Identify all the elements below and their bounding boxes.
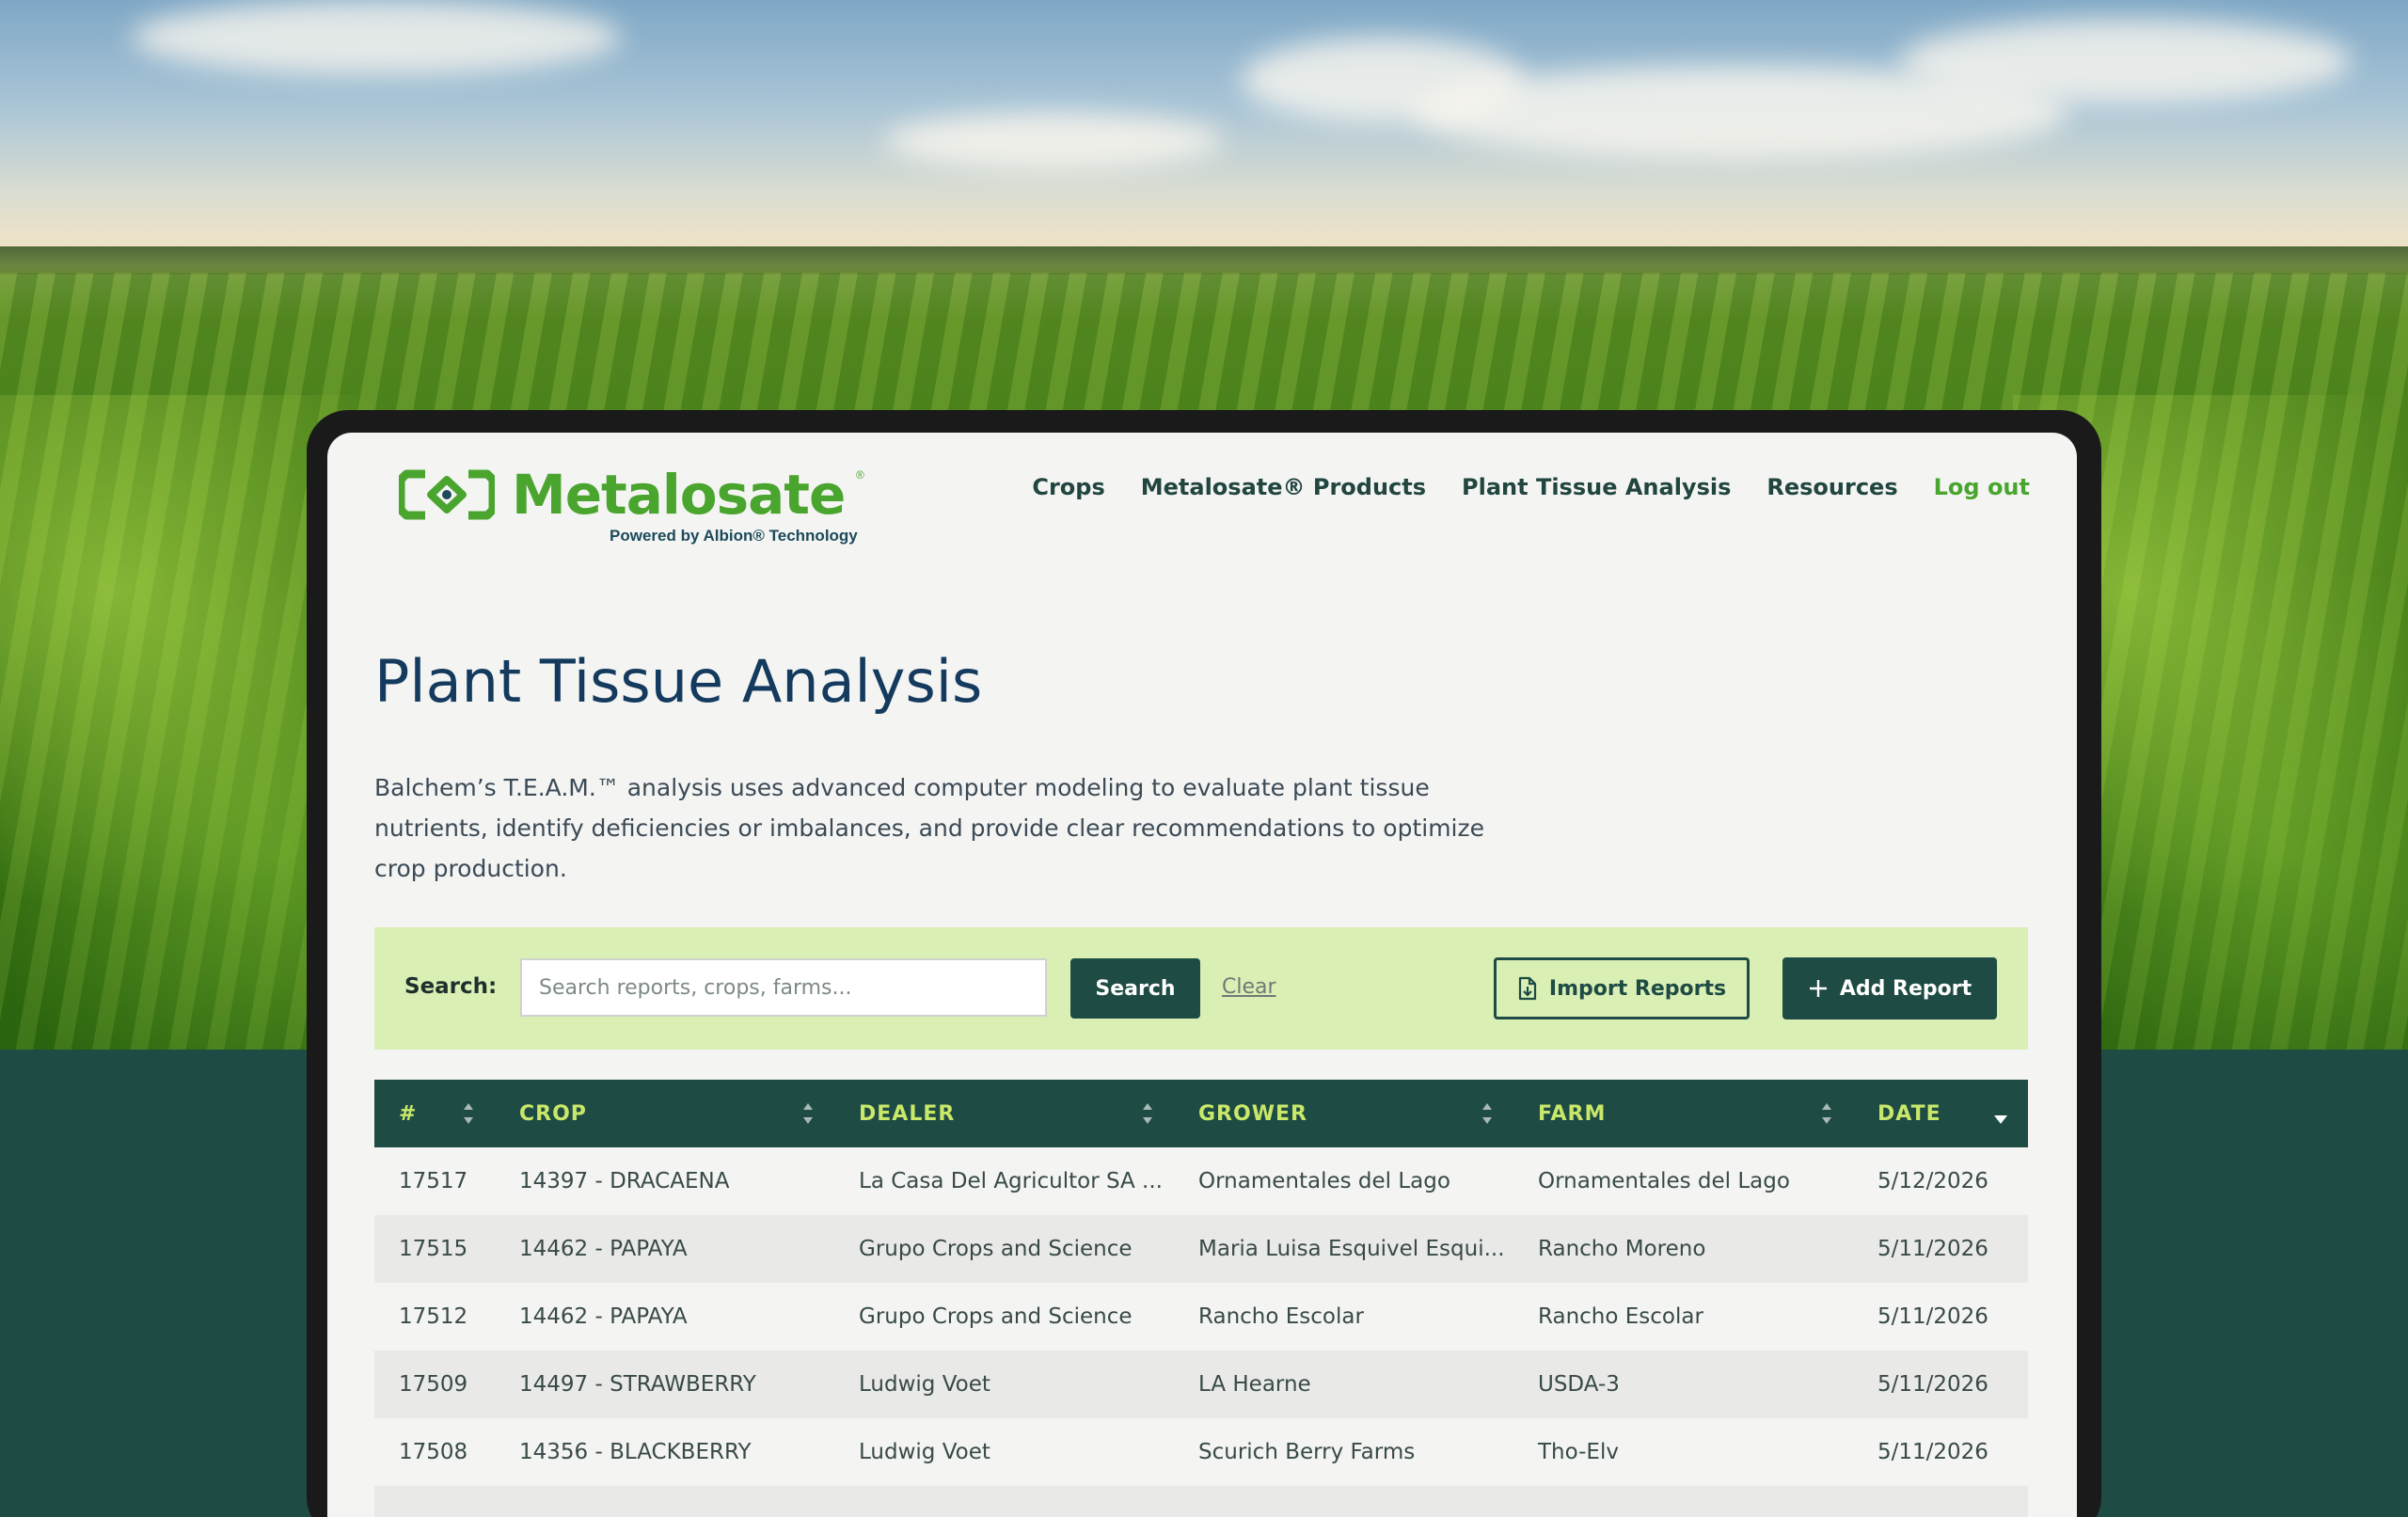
cell-dealer: Grupo Crops and Science — [859, 1304, 1133, 1329]
nav-item-resources[interactable]: Resources — [1766, 474, 1897, 500]
cell-dealer: Ludwig Voet — [859, 1440, 990, 1464]
table-row[interactable]: 17508 14356 - BLACKBERRY Ludwig Voet Scu… — [374, 1418, 2028, 1486]
cell-dealer: Grupo Crops and Science — [859, 1237, 1133, 1261]
cell-crop: 14462 - PAPAYA — [519, 1304, 688, 1329]
cloud — [1900, 19, 2352, 103]
main-nav: Crops Metalosate® Products Plant Tissue … — [1032, 474, 2030, 500]
cell-crop: 14462 - PAPAYA — [519, 1237, 688, 1261]
cell-date: 5/12/2026 — [1877, 1169, 1988, 1193]
logout-link[interactable]: Log out — [1934, 474, 2030, 500]
search-button[interactable]: Search — [1070, 958, 1200, 1019]
file-import-icon — [1518, 976, 1537, 1001]
sort-icon[interactable] — [802, 1103, 814, 1124]
page-description: Balchem’s T.E.A.M.™ analysis uses advanc… — [374, 774, 1484, 882]
column-header-date[interactable]: DATE — [1853, 1080, 2028, 1147]
table-row[interactable]: 17515 14462 - PAPAYA Grupo Crops and Sci… — [374, 1215, 2028, 1283]
column-label: DEALER — [859, 1101, 956, 1126]
app-screen: Metalosate ® Powered by Albion® Technolo… — [327, 433, 2077, 1517]
cell-date: 5/11/2026 — [1877, 1237, 1988, 1261]
cell-date: 5/11/2026 — [1877, 1440, 1988, 1464]
nav-item-plant-tissue-analysis[interactable]: Plant Tissue Analysis — [1462, 474, 1731, 500]
sort-desc-icon[interactable] — [1994, 1115, 2007, 1124]
cell-farm: Rancho Escolar — [1538, 1304, 1703, 1329]
column-header-dealer[interactable]: DEALER — [834, 1080, 1174, 1147]
cell-number: 17515 — [399, 1237, 468, 1261]
nav-item-products[interactable]: Metalosate® Products — [1141, 474, 1426, 500]
brand-name: Metalosate — [512, 463, 846, 527]
cell-crop: 14356 - BLACKBERRY — [519, 1440, 752, 1464]
cell-grower: Ornamentales del Lago — [1198, 1169, 1450, 1193]
cell-date: 5/11/2026 — [1877, 1372, 1988, 1397]
cell-number: 17517 — [399, 1169, 468, 1193]
clear-link[interactable]: Clear — [1222, 975, 1276, 999]
treeline — [0, 246, 2408, 275]
table-row[interactable]: 17512 14462 - PAPAYA Grupo Crops and Sci… — [374, 1283, 2028, 1351]
column-label: # — [399, 1101, 418, 1126]
nav-item-crops[interactable]: Crops — [1032, 474, 1104, 500]
cell-farm: Ornamentales del Lago — [1538, 1169, 1790, 1193]
metalosate-logo-icon — [399, 469, 495, 520]
column-header-farm[interactable]: FARM — [1513, 1080, 1853, 1147]
cell-grower: Maria Luisa Esquivel Esqui... — [1198, 1237, 1505, 1261]
column-label: DATE — [1877, 1101, 1941, 1126]
add-report-button[interactable]: Add Report — [1782, 957, 1997, 1019]
cell-grower: Rancho Escolar — [1198, 1304, 1364, 1329]
sort-icon[interactable] — [1481, 1103, 1493, 1124]
cell-grower: LA Hearne — [1198, 1372, 1311, 1397]
column-label: CROP — [519, 1101, 587, 1126]
cell-number: 17508 — [399, 1440, 468, 1464]
column-header-grower[interactable]: GROWER — [1174, 1080, 1513, 1147]
cell-dealer: La Casa Del Agricultor SA ... — [859, 1169, 1163, 1193]
sort-icon[interactable] — [1142, 1103, 1153, 1124]
cell-number: 17509 — [399, 1372, 468, 1397]
cell-date: 5/11/2026 — [1877, 1304, 1988, 1329]
column-header-crop[interactable]: CROP — [495, 1080, 834, 1147]
plus-icon — [1809, 980, 1827, 997]
cell-farm: USDA-3 — [1538, 1372, 1620, 1397]
brand-registered-mark: ® — [856, 468, 864, 482]
cloud — [132, 0, 621, 75]
import-reports-button[interactable]: Import Reports — [1494, 957, 1750, 1019]
cloud — [884, 113, 1223, 169]
add-report-label: Add Report — [1839, 976, 1972, 1001]
table-row[interactable]: 17517 14397 - DRACAENA La Casa Del Agric… — [374, 1147, 2028, 1215]
search-input[interactable] — [520, 958, 1047, 1017]
cell-number: 17512 — [399, 1304, 468, 1329]
search-label: Search: — [404, 974, 498, 999]
column-label: FARM — [1538, 1101, 1607, 1126]
brand-logo[interactable]: Metalosate ® Powered by Albion® Technolo… — [399, 450, 864, 545]
table-header: # CROP DEALER GROWER FARM DATE — [374, 1080, 2028, 1147]
reports-table: # CROP DEALER GROWER FARM DATE 17517 143… — [374, 1080, 2028, 1517]
table-row[interactable]: 17509 14497 - STRAWBERRY Ludwig Voet LA … — [374, 1351, 2028, 1418]
sort-icon[interactable] — [463, 1103, 474, 1124]
cell-farm: Rancho Moreno — [1538, 1237, 1706, 1261]
table-body: 17517 14397 - DRACAENA La Casa Del Agric… — [374, 1147, 2028, 1517]
import-reports-label: Import Reports — [1548, 976, 1727, 1001]
cell-crop: 14497 - STRAWBERRY — [519, 1372, 756, 1397]
search-bar: Search: Search Clear Import Reports Add … — [374, 927, 2028, 1050]
sort-icon[interactable] — [1821, 1103, 1832, 1124]
page-title: Plant Tissue Analysis — [374, 647, 983, 716]
cell-crop: 14397 - DRACAENA — [519, 1169, 730, 1193]
cell-farm: Tho-Elv — [1538, 1440, 1619, 1464]
cell-grower: Scurich Berry Farms — [1198, 1440, 1416, 1464]
column-header-number[interactable]: # — [374, 1080, 495, 1147]
cell-dealer: Ludwig Voet — [859, 1372, 990, 1397]
brand-tagline: Powered by Albion® Technology — [610, 527, 858, 545]
table-row-partial[interactable] — [374, 1486, 2028, 1517]
column-label: GROWER — [1198, 1101, 1307, 1126]
